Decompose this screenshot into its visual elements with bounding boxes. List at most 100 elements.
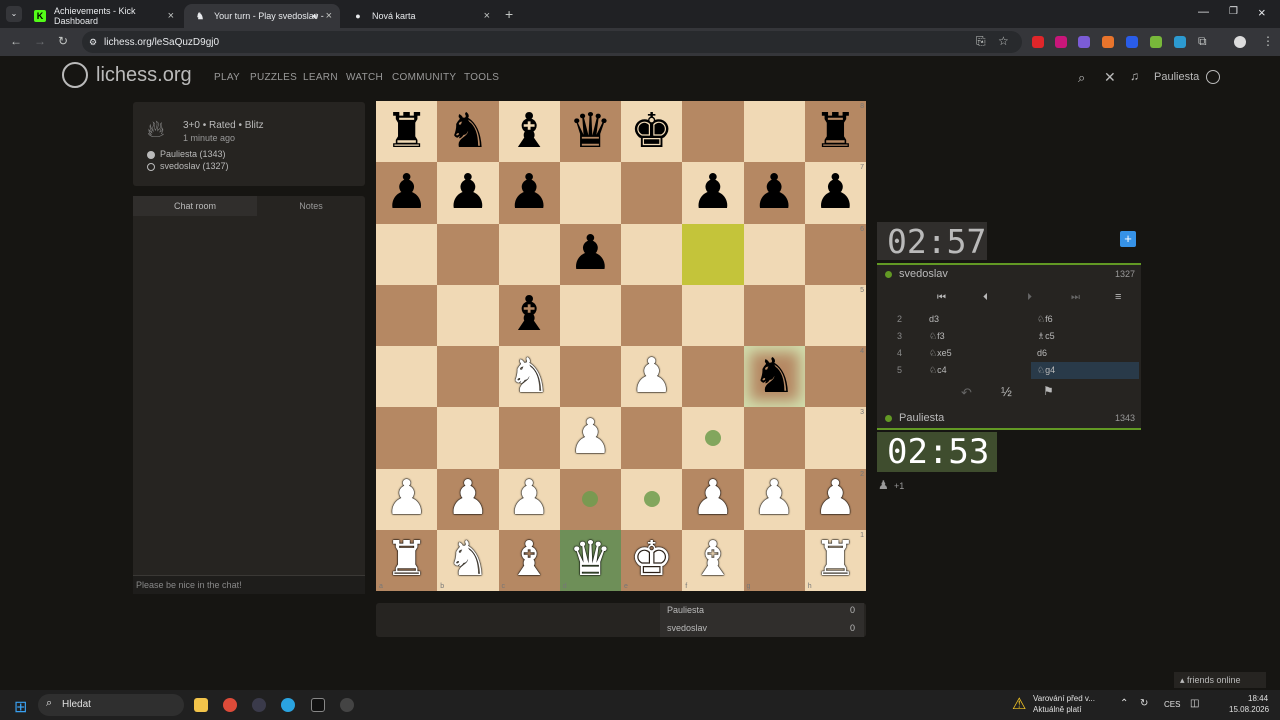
chess-piece[interactable]: ♛: [569, 536, 612, 584]
legal-move-dot[interactable]: [704, 429, 721, 446]
legal-move-dot[interactable]: [582, 491, 599, 508]
opponent-name[interactable]: svedoslav: [899, 268, 948, 280]
board-square-a1[interactable]: ♜ a: [376, 529, 438, 591]
chess-piece[interactable]: ♝: [508, 536, 551, 584]
board-square-c6[interactable]: [498, 223, 560, 285]
board-square-e5[interactable]: [621, 284, 683, 346]
board-square-h4[interactable]: 4: [804, 346, 866, 408]
player-name[interactable]: Pauliesta: [899, 412, 944, 424]
black-move[interactable]: ♗c5: [1031, 328, 1139, 345]
board-square-g6[interactable]: [743, 223, 805, 285]
chess-piece[interactable]: ♟: [446, 168, 489, 217]
board-square-d2[interactable]: [559, 468, 621, 530]
black-move[interactable]: ♘f6: [1031, 311, 1139, 328]
close-icon[interactable]: ×: [484, 10, 490, 22]
language-indicator[interactable]: CES: [1164, 700, 1180, 709]
forward-icon[interactable]: →: [34, 34, 46, 48]
nav-watch[interactable]: WATCH: [346, 72, 383, 83]
board-square-e1[interactable]: ♚ e: [621, 529, 683, 591]
board-square-g4[interactable]: ♞: [743, 346, 805, 408]
chess-piece[interactable]: ♟: [569, 230, 612, 278]
chess-piece[interactable]: ♜: [385, 107, 428, 156]
board-square-h2[interactable]: ♟ 2: [804, 468, 866, 530]
board-square-e4[interactable]: ♟: [621, 346, 683, 408]
maximize-button[interactable]: ❐: [1229, 6, 1238, 17]
board-square-c7[interactable]: ♟: [498, 162, 560, 224]
previous-move-icon[interactable]: ⏴: [983, 292, 988, 303]
chess-piece[interactable]: ♞: [753, 352, 796, 401]
board-square-c3[interactable]: [498, 407, 560, 469]
chess-piece[interactable]: ♟: [385, 475, 428, 523]
warning-icon[interactable]: ⚠: [1012, 694, 1026, 714]
close-icon[interactable]: ×: [326, 10, 332, 22]
file-explorer-icon[interactable]: [194, 698, 208, 712]
add-time-icon[interactable]: +: [1120, 231, 1136, 247]
board-square-b2[interactable]: ♟: [437, 468, 499, 530]
chess-piece[interactable]: ♝: [508, 291, 551, 339]
chess-piece[interactable]: ♛: [569, 107, 612, 156]
chess-piece[interactable]: ♟: [446, 475, 489, 523]
board-square-e2[interactable]: [621, 468, 683, 530]
back-icon[interactable]: ←: [10, 34, 22, 48]
board-square-a3[interactable]: [376, 407, 438, 469]
board-square-d3[interactable]: ♟: [559, 407, 621, 469]
board-square-d4[interactable]: [559, 346, 621, 408]
chess-piece[interactable]: ♞: [446, 536, 489, 584]
network-icon[interactable]: ↻: [1140, 698, 1148, 709]
volume-icon[interactable]: ◫: [1190, 698, 1199, 709]
chess-piece[interactable]: ♝: [508, 107, 551, 156]
tab-notes[interactable]: Notes: [257, 196, 365, 216]
windows-start-icon[interactable]: ⊞: [14, 697, 27, 717]
board-square-h8[interactable]: ♜ 8: [804, 101, 866, 163]
board-square-h5[interactable]: 5: [804, 284, 866, 346]
tab-list-button[interactable]: ⌄: [6, 6, 22, 22]
board-square-g1[interactable]: g: [743, 529, 805, 591]
clock-date[interactable]: 15.08.2026: [1229, 705, 1269, 714]
board-square-g2[interactable]: ♟: [743, 468, 805, 530]
friends-online-button[interactable]: ▴ friends online: [1174, 672, 1266, 688]
chess-piece[interactable]: ♟: [691, 168, 734, 217]
search-icon[interactable]: ⌕: [1078, 70, 1085, 86]
chess-piece[interactable]: ♟: [508, 168, 551, 217]
user-menu[interactable]: Pauliesta: [1154, 71, 1199, 83]
adblock-extension-icon[interactable]: [1032, 36, 1044, 48]
board-square-f5[interactable]: [682, 284, 744, 346]
legal-move-dot[interactable]: [643, 491, 660, 508]
board-square-f8[interactable]: [682, 101, 744, 163]
board-square-a8[interactable]: ♜: [376, 101, 438, 163]
chess-piece[interactable]: ♜: [814, 107, 857, 156]
board-square-b1[interactable]: ♞ b: [437, 529, 499, 591]
board-square-d8[interactable]: ♛: [559, 101, 621, 163]
reload-icon[interactable]: ↻: [58, 34, 68, 48]
board-square-a6[interactable]: [376, 223, 438, 285]
chess-piece[interactable]: ♟: [814, 475, 857, 523]
chess-piece[interactable]: ♟: [691, 475, 734, 523]
board-square-a2[interactable]: ♟: [376, 468, 438, 530]
board-square-d7[interactable]: [559, 162, 621, 224]
nav-learn[interactable]: LEARN: [303, 72, 338, 83]
user-avatar-icon[interactable]: [1206, 70, 1220, 84]
chess-piece[interactable]: ♚: [630, 107, 673, 156]
board-square-c2[interactable]: ♟: [498, 468, 560, 530]
chess-piece[interactable]: ♚: [630, 536, 673, 584]
takeback-icon[interactable]: ↶: [961, 385, 972, 401]
tab-chat-room[interactable]: Chat room: [133, 196, 257, 216]
tray-chevron-icon[interactable]: ⌃: [1120, 698, 1128, 709]
board-square-h7[interactable]: ♟ 7: [804, 162, 866, 224]
board-square-h1[interactable]: ♜ 1 h: [804, 529, 866, 591]
board-square-e7[interactable]: [621, 162, 683, 224]
board-square-b5[interactable]: [437, 284, 499, 346]
board-square-f7[interactable]: ♟: [682, 162, 744, 224]
board-square-e8[interactable]: ♚: [621, 101, 683, 163]
nav-community[interactable]: COMMUNITY: [392, 72, 456, 83]
board-square-h3[interactable]: 3: [804, 407, 866, 469]
board-square-d6[interactable]: ♟: [559, 223, 621, 285]
white-player-link[interactable]: Pauliesta (1343): [160, 149, 226, 159]
board-square-d1[interactable]: ♛ d: [559, 529, 621, 591]
new-tab-button[interactable]: +: [505, 6, 513, 22]
board-square-c1[interactable]: ♝ c: [498, 529, 560, 591]
extension-icon[interactable]: [1150, 36, 1162, 48]
obs-icon[interactable]: [252, 698, 266, 712]
install-app-icon[interactable]: ⎘: [976, 34, 986, 49]
board-square-g3[interactable]: [743, 407, 805, 469]
